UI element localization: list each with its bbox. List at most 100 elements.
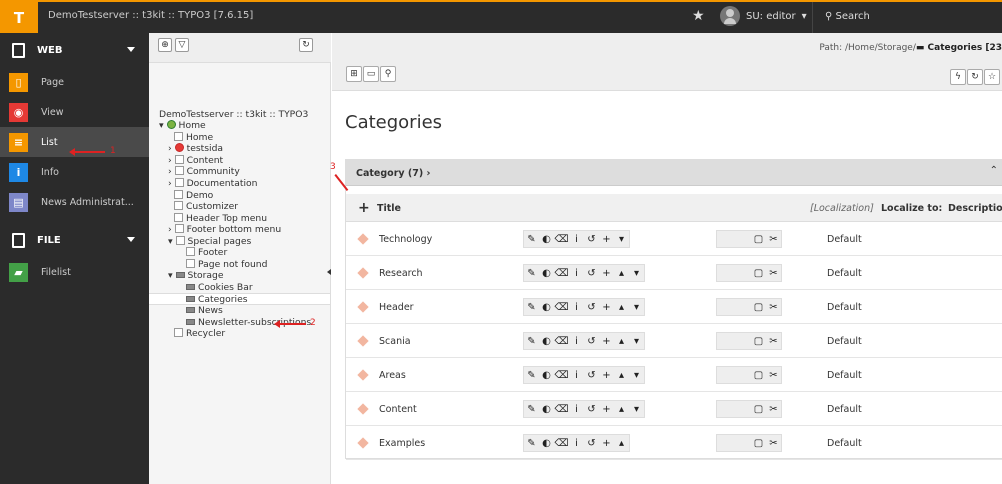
edit-icon[interactable]: ✎ — [524, 268, 539, 279]
table-row[interactable]: Header ✎ ◐ ⌫ i ↺ + ▴ ▾ ▢ ✂ Default — [346, 290, 1002, 324]
delete-icon[interactable]: ⌫ — [554, 404, 569, 415]
record-title[interactable]: Areas — [379, 370, 406, 381]
move-up-icon[interactable]: ▴ — [614, 268, 629, 279]
history-icon[interactable]: ↺ — [584, 302, 599, 313]
move-up-icon[interactable]: ▴ — [614, 302, 629, 313]
history-icon[interactable]: ↺ — [584, 438, 599, 449]
module-news[interactable]: ▤ News Administrat... — [0, 187, 149, 217]
table-row[interactable]: Examples ✎ ◐ ⌫ i ↺ + ▴ ▢ ✂ Default — [346, 426, 1002, 460]
delete-icon[interactable]: ⌫ — [554, 438, 569, 449]
clear-cache-icon[interactable]: ϟ — [950, 69, 966, 85]
star-icon[interactable]: ☆ — [984, 69, 1000, 85]
tree-node[interactable]: Customizer — [174, 201, 238, 212]
new-after-icon[interactable]: + — [599, 268, 614, 279]
move-down-icon[interactable]: ▾ — [629, 268, 644, 279]
copy-icon[interactable]: ▢ — [751, 234, 766, 245]
history-icon[interactable]: ↺ — [584, 404, 599, 415]
cut-icon[interactable]: ✂ — [766, 302, 781, 313]
info-icon[interactable]: i — [569, 370, 584, 381]
delete-icon[interactable]: ⌫ — [554, 302, 569, 313]
hide-toggle-icon[interactable]: ◐ — [539, 302, 554, 313]
hide-toggle-icon[interactable]: ◐ — [539, 370, 554, 381]
hide-toggle-icon[interactable]: ◐ — [539, 336, 554, 347]
hide-toggle-icon[interactable]: ◐ — [539, 268, 554, 279]
info-icon[interactable]: i — [569, 336, 584, 347]
info-icon[interactable]: i — [569, 438, 584, 449]
edit-icon[interactable]: ✎ — [524, 404, 539, 415]
table-row[interactable]: Research ✎ ◐ ⌫ i ↺ + ▴ ▾ ▢ ✂ Default — [346, 256, 1002, 290]
cut-icon[interactable]: ✂ — [766, 336, 781, 347]
tree-node[interactable]: › Content — [168, 155, 223, 166]
collapse-tree-icon[interactable] — [327, 269, 331, 275]
module-view[interactable]: ◉ View — [0, 97, 149, 127]
copy-icon[interactable]: ▢ — [751, 438, 766, 449]
hide-toggle-icon[interactable]: ◐ — [539, 234, 554, 245]
new-after-icon[interactable]: + — [599, 404, 614, 415]
copy-icon[interactable]: ▢ — [751, 370, 766, 381]
table-row[interactable]: Scania ✎ ◐ ⌫ i ↺ + ▴ ▾ ▢ ✂ Default — [346, 324, 1002, 358]
delete-icon[interactable]: ⌫ — [554, 370, 569, 381]
col-title[interactable]: Title — [377, 203, 401, 214]
move-down-icon[interactable]: ▾ — [629, 370, 644, 381]
edit-icon[interactable]: ✎ — [524, 370, 539, 381]
move-down-icon[interactable]: ▾ — [614, 234, 629, 245]
tree-node[interactable]: › testsida — [168, 143, 223, 154]
new-record-icon[interactable]: ⊞ — [346, 66, 362, 82]
bookmark-star-icon[interactable]: ★ — [692, 8, 705, 24]
tree-node[interactable]: Home — [174, 132, 213, 143]
new-record-plus-icon[interactable]: + — [358, 200, 370, 216]
new-after-icon[interactable]: + — [599, 302, 614, 313]
hide-toggle-icon[interactable]: ◐ — [539, 404, 554, 415]
record-title[interactable]: Scania — [379, 336, 411, 347]
history-icon[interactable]: ↺ — [584, 336, 599, 347]
record-title[interactable]: Research — [379, 268, 423, 279]
record-title[interactable]: Content — [379, 404, 417, 415]
record-title[interactable]: Examples — [379, 438, 425, 449]
move-down-icon[interactable]: ▾ — [629, 404, 644, 415]
info-icon[interactable]: i — [569, 268, 584, 279]
history-icon[interactable]: ↺ — [584, 234, 599, 245]
tree-node[interactable]: Page not found — [186, 259, 267, 270]
move-up-icon[interactable]: ▴ — [614, 370, 629, 381]
tree-node[interactable]: ▾ Special pages — [168, 236, 251, 247]
info-icon[interactable]: i — [569, 404, 584, 415]
table-row[interactable]: Technology ✎ ◐ ⌫ i ↺ + ▾ ▢ ✂ Default — [346, 222, 1002, 256]
filter-icon[interactable]: ▽ — [175, 38, 189, 52]
reload-icon[interactable]: ↻ — [967, 69, 983, 85]
cut-icon[interactable]: ✂ — [766, 234, 781, 245]
cut-icon[interactable]: ✂ — [766, 268, 781, 279]
record-title[interactable]: Header — [379, 302, 414, 313]
copy-icon[interactable]: ▢ — [751, 302, 766, 313]
site-name[interactable]: DemoTestserver :: t3kit :: TYPO3 [7.6.15… — [48, 10, 253, 21]
tree-node-selected[interactable]: Categories — [186, 294, 248, 305]
move-down-icon[interactable]: ▾ — [629, 302, 644, 313]
new-after-icon[interactable]: + — [599, 438, 614, 449]
tree-node[interactable]: › Footer bottom menu — [168, 224, 281, 235]
history-icon[interactable]: ↺ — [584, 370, 599, 381]
user-menu[interactable]: SU: editor ▾ — [720, 6, 807, 26]
cut-icon[interactable]: ✂ — [766, 404, 781, 415]
edit-icon[interactable]: ✎ — [524, 234, 539, 245]
module-filelist[interactable]: ▰ Filelist — [0, 257, 149, 287]
tree-node[interactable]: Header Top menu — [174, 213, 267, 224]
delete-icon[interactable]: ⌫ — [554, 234, 569, 245]
module-group-web[interactable]: WEB — [0, 33, 149, 67]
tree-node[interactable]: Recycler — [174, 328, 225, 339]
tree-node[interactable]: › Community — [168, 166, 240, 177]
info-icon[interactable]: i — [569, 302, 584, 313]
tree-node[interactable]: ▾ Home — [159, 120, 206, 131]
copy-icon[interactable]: ▢ — [751, 268, 766, 279]
tree-node[interactable]: › Documentation — [168, 178, 257, 189]
copy-icon[interactable]: ▢ — [751, 336, 766, 347]
new-after-icon[interactable]: + — [599, 370, 614, 381]
edit-icon[interactable]: ✎ — [524, 302, 539, 313]
tree-node[interactable]: Footer — [186, 247, 227, 258]
search-button[interactable]: ⚲ Search — [812, 2, 1002, 33]
new-after-icon[interactable]: + — [599, 234, 614, 245]
cut-icon[interactable]: ✂ — [766, 438, 781, 449]
move-up-icon[interactable]: ▴ — [614, 438, 629, 449]
tree-node[interactable]: ▾ Storage — [168, 270, 224, 281]
tree-node[interactable]: Cookies Bar — [186, 282, 253, 293]
edit-icon[interactable]: ✎ — [524, 438, 539, 449]
module-group-file[interactable]: FILE — [0, 223, 149, 257]
